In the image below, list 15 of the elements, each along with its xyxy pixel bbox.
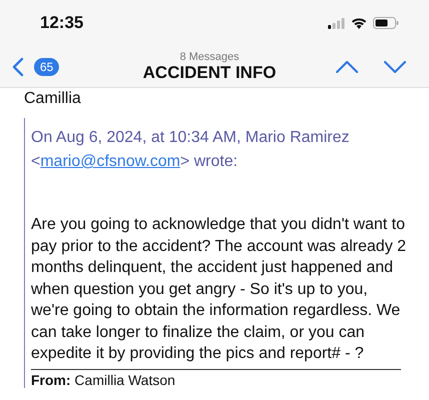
message-count: 8 Messages	[180, 50, 240, 62]
battery-icon	[373, 17, 399, 29]
unread-badge[interactable]: 65	[34, 58, 60, 76]
chevron-down-icon[interactable]	[382, 60, 407, 74]
email-link[interactable]: mario@cfsnow.com	[40, 153, 180, 170]
chevron-up-icon[interactable]	[334, 60, 359, 74]
signature-text: Camillia	[24, 89, 82, 108]
quoted-message: Are you going to acknowledge that you didn't want to pay prior to the accident? The account was already 2 months delinquent, the accident just happened and when question you get angry - So it's up to you, we're going to obtain the information regardless. We can take longer to finalize the claim, or you can expedite it by providing the pics and report# - ?	[31, 215, 408, 364]
from-line: From: Camillia Watson	[31, 372, 176, 388]
quote-header: On Aug 6, 2024, at 10:34 AM, Mario Ramirez <mario@cfsnow.com> wrote:	[31, 128, 350, 172]
wifi-icon	[351, 17, 367, 29]
thread-title: ACCIDENT INFO	[142, 62, 276, 82]
signal-icon	[328, 18, 345, 28]
status-time: 12:35	[40, 13, 84, 33]
back-icon[interactable]	[12, 56, 24, 76]
